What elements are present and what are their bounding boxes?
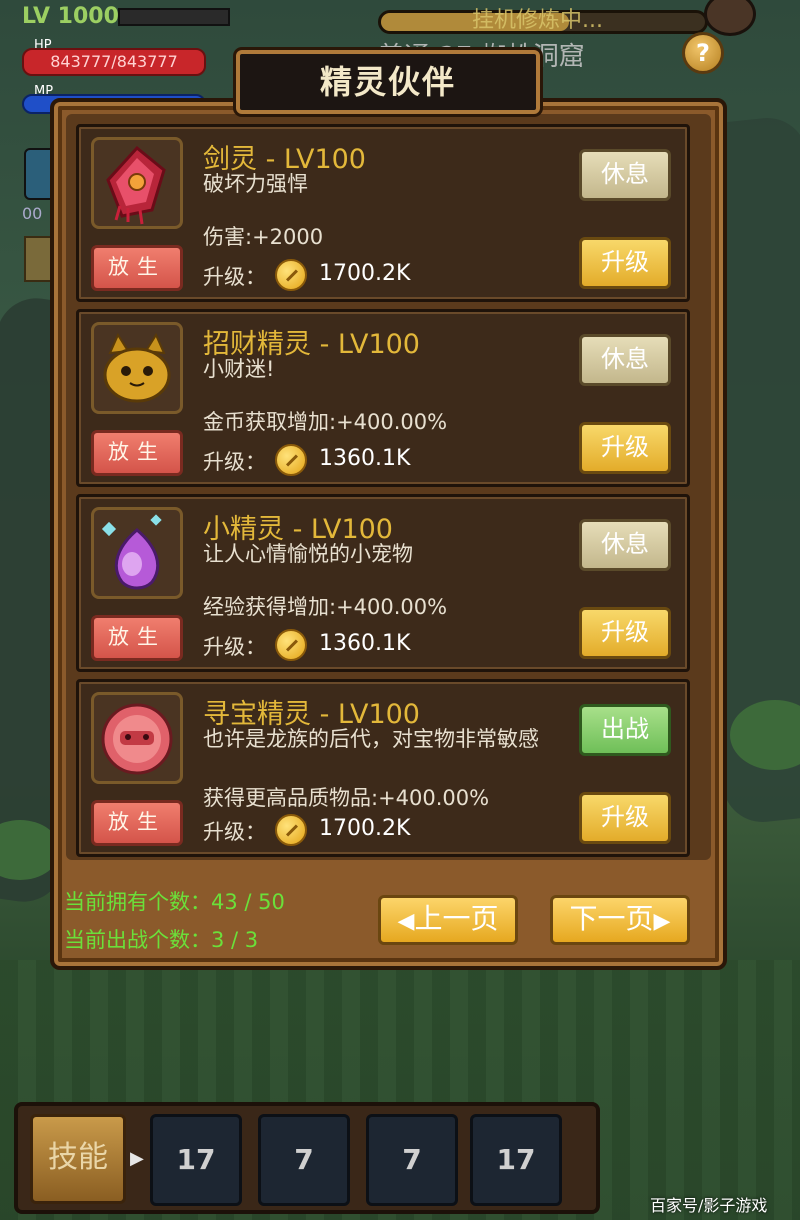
help-button[interactable]: ? (682, 32, 724, 74)
panel-title: 精灵伙伴 (319, 63, 456, 101)
upgrade-cost: 1700.2K (319, 816, 411, 841)
upgrade-cost: 1700.2K (319, 261, 411, 286)
watermark: 百家号/影子游戏 (650, 1196, 768, 1215)
rest-button[interactable]: 休息 (579, 334, 671, 386)
upgrade-cost-label: 升级： (203, 635, 266, 659)
upgrade-button[interactable]: 升级 (579, 792, 671, 844)
upgrade-button[interactable]: 升级 (579, 422, 671, 474)
boss-skull-icon[interactable] (704, 0, 756, 36)
buff-count: 00 (22, 204, 43, 223)
upgrade-cost-label: 升级： (203, 265, 266, 289)
pet-card-treasure-spirit: 放生 寻宝精灵 - LV100 也许是龙族的后代，对宝物非常敏感 获得更高品质物… (76, 679, 690, 857)
pet-description: 让人心情愉悦的小宠物 (203, 542, 413, 566)
release-button[interactable]: 放生 (91, 800, 183, 846)
upgrade-cost: 1360.1K (319, 446, 411, 471)
release-button[interactable]: 放生 (91, 245, 183, 291)
sword-spirit-portrait-icon (91, 137, 183, 229)
arrow-left-icon: ◀ (397, 909, 415, 934)
hp-bar: 843777/843777 (22, 48, 206, 76)
idle-status: 挂机修炼中... (472, 8, 603, 33)
pet-description: 破坏力强悍 (203, 172, 308, 196)
upgrade-cost: 1360.1K (319, 631, 411, 656)
gold-coin-icon (275, 814, 307, 846)
battle-count: 当前出战个数：3 / 3 (64, 928, 259, 952)
pet-card-little-spirit: 放生 小精灵 - LV100 让人心情愉悦的小宠物 经验获得增加:+400.00… (76, 494, 690, 672)
pet-stat: 经验获得增加:+400.00% (203, 595, 448, 619)
pet-stat: 金币获取增加:+400.00% (203, 410, 448, 434)
pet-card-sword-spirit: 放生 剑灵 - LV100 破坏力强悍 伤害:+2000 升级： 1700.2K… (76, 124, 690, 302)
prev-page-button[interactable]: ◀上一页 (378, 895, 518, 945)
prev-page-label: 上一页 (414, 902, 499, 935)
skill-slot[interactable]: 17 (470, 1114, 562, 1206)
gold-coin-icon (275, 629, 307, 661)
next-page-button[interactable]: 下一页▶ (550, 895, 690, 945)
next-page-label: 下一页 (569, 902, 654, 935)
arrow-right-icon: ▶ (130, 1148, 144, 1169)
skill-slot[interactable]: 7 (258, 1114, 350, 1206)
fortune-cat-portrait-icon (91, 322, 183, 414)
pet-stat: 获得更高品质物品:+400.00% (203, 786, 490, 810)
arrow-right-icon: ▶ (653, 909, 671, 934)
rest-button[interactable]: 休息 (579, 149, 671, 201)
skills-button[interactable]: 技能 (30, 1114, 126, 1204)
release-button[interactable]: 放生 (91, 430, 183, 476)
panel-title-box: 精灵伙伴 (236, 50, 540, 114)
upgrade-button[interactable]: 升级 (579, 237, 671, 289)
pet-stat: 伤害:+2000 (203, 225, 324, 249)
deploy-button[interactable]: 出战 (579, 704, 671, 756)
pet-card-fortune-spirit: 放生 招财精灵 - LV100 小财迷! 金币获取增加:+400.00% 升级：… (76, 309, 690, 487)
gold-coin-icon (275, 444, 307, 476)
skill-slot[interactable]: 7 (366, 1114, 458, 1206)
treasure-spirit-portrait-icon (91, 692, 183, 784)
skill-slot[interactable]: 17 (150, 1114, 242, 1206)
pet-description: 小财迷! (203, 357, 275, 381)
release-button[interactable]: 放生 (91, 615, 183, 661)
exp-bar (118, 8, 230, 26)
player-level: LV 1000 (22, 4, 119, 29)
gold-coin-icon (275, 259, 307, 291)
little-spirit-portrait-icon (91, 507, 183, 599)
pet-description: 也许是龙族的后代，对宝物非常敏感 (203, 727, 539, 751)
rest-button[interactable]: 休息 (579, 519, 671, 571)
upgrade-button[interactable]: 升级 (579, 607, 671, 659)
upgrade-cost-label: 升级： (203, 450, 266, 474)
upgrade-cost-label: 升级： (203, 820, 266, 844)
owned-count: 当前拥有个数：43 / 50 (64, 890, 285, 914)
